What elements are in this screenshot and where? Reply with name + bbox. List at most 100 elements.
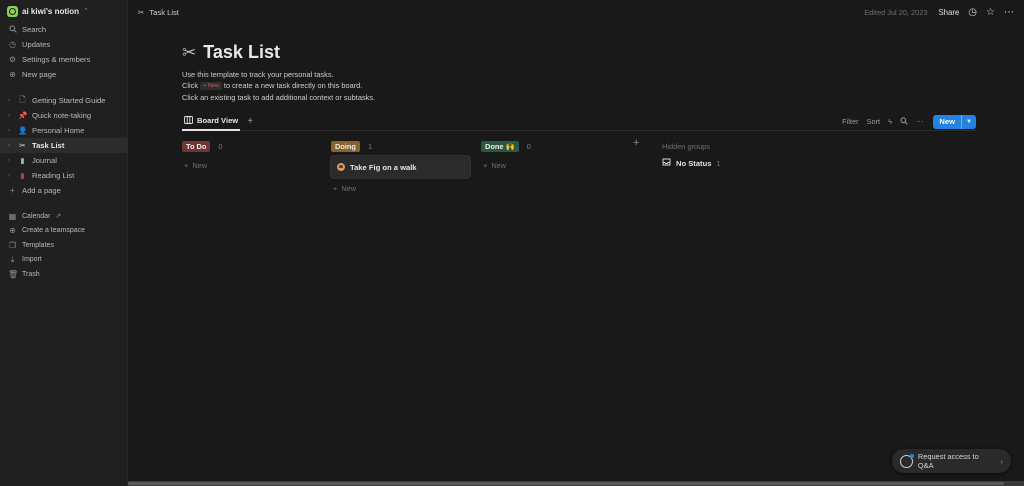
task-emoji-icon [337, 163, 345, 171]
page-title[interactable]: ✂ Task List [182, 42, 280, 63]
sidebar-item-templates[interactable]: ❐ Templates [0, 238, 127, 253]
add-card-label: New [341, 183, 357, 193]
inline-new-badge: + New [200, 82, 222, 91]
sidebar-item-label: Calendar [22, 212, 51, 220]
hidden-group-name: No Status [676, 158, 712, 168]
description-line: Click an existing task to add additional… [182, 92, 376, 102]
board-card[interactable]: Take Fig on a walk [331, 156, 470, 178]
sidebar-item-calendar[interactable]: ▦ Calendar ↗ [0, 209, 127, 224]
person-icon: 👤 [18, 126, 28, 135]
chevron-right-icon[interactable]: › [8, 158, 13, 164]
top-bar: ✂ Task List Edited Jul 20, 2023 Share ◷ … [128, 0, 1024, 24]
clock-icon: ◷ [9, 40, 16, 49]
new-button[interactable]: New ▼ [933, 114, 976, 129]
chevron-right-icon[interactable]: › [8, 128, 13, 134]
column-header[interactable]: Doing 1 [331, 139, 470, 153]
edited-timestamp: Edited Jul 20, 2023 [864, 7, 928, 17]
column-header[interactable]: Done 🙌 0 [481, 139, 620, 153]
card-title: Take Fig on a walk [350, 162, 417, 172]
new-button-label: New [939, 117, 956, 126]
import-icon: ⤓ [10, 254, 15, 264]
column-count: 0 [526, 141, 531, 151]
sidebar-item-import[interactable]: ⤓ Import [0, 253, 127, 268]
sidebar-page-journal[interactable]: › ▮ Journal [0, 153, 127, 168]
horizontal-scrollbar[interactable] [128, 481, 1024, 486]
sidebar-item-label: Getting Started Guide [32, 96, 106, 105]
sidebar-page-quick-note[interactable]: › 📌 Quick note-taking [0, 108, 127, 123]
history-icon[interactable]: ◷ [968, 7, 977, 18]
pushpin-icon: 📌 [18, 111, 28, 120]
trash-icon: 🗑 [8, 269, 19, 279]
qa-icon [900, 453, 914, 468]
sidebar-item-label: Journal [32, 156, 57, 165]
workspace-switcher[interactable]: ai kiwi's notion ⌃ [0, 0, 127, 22]
star-icon[interactable]: ☆ [986, 7, 995, 18]
automation-icon[interactable]: ϟ [888, 117, 892, 126]
sidebar-page-personal-home[interactable]: › 👤 Personal Home [0, 123, 127, 138]
scrollbar-thumb[interactable] [128, 482, 1004, 485]
page-description: Use this template to track your personal… [182, 69, 375, 103]
add-group-icon[interactable]: + [633, 137, 639, 149]
hidden-group-no-status[interactable]: No Status 1 [662, 155, 782, 171]
plus-icon: + [483, 160, 488, 170]
add-card-label: New [192, 160, 208, 170]
chevron-right-icon[interactable]: › [8, 113, 13, 119]
sidebar-item-create-teamspace[interactable]: ⊕ Create a teamspace [0, 224, 127, 239]
sidebar-item-settings[interactable]: ⚙ Settings & members [0, 52, 127, 67]
scissors-icon: ✂ [19, 141, 26, 150]
board-column-doing: Doing 1 Take Fig on a walk + New [331, 139, 470, 196]
column-header[interactable]: To Do 0 [182, 139, 321, 153]
sidebar-item-label: Templates [22, 241, 54, 249]
chevron-right-icon[interactable]: › [8, 143, 13, 149]
status-badge: Done 🙌 [481, 140, 519, 152]
plus-circle-icon: ⊕ [9, 70, 16, 79]
chevron-down-icon[interactable]: ▼ [961, 114, 976, 129]
column-count: 1 [367, 141, 373, 151]
filter-button[interactable]: Filter [842, 117, 858, 126]
more-icon[interactable]: ⋯ [916, 117, 923, 126]
more-icon[interactable]: ⋯ [1004, 7, 1014, 18]
chevron-updown-icon: ⌃ [83, 8, 89, 15]
add-view-icon[interactable]: + [247, 116, 253, 127]
plus-icon: + [184, 160, 189, 170]
inbox-icon [662, 158, 671, 168]
book-icon: ▮ [20, 171, 25, 180]
request-access-button[interactable]: Request access to Q&A › [892, 449, 1011, 473]
add-card-label: New [491, 160, 507, 170]
add-card-button[interactable]: + New [331, 180, 470, 196]
sidebar-item-updates[interactable]: ◷ Updates [0, 37, 127, 52]
page-title-text: Task List [203, 42, 280, 62]
sidebar-item-label: Reading List [32, 171, 75, 180]
sidebar-page-task-list[interactable]: › ✂ Task List [0, 138, 127, 153]
request-access-label: Request access to Q&A [917, 452, 979, 470]
share-button[interactable]: Share [938, 8, 959, 17]
sort-button[interactable]: Sort [867, 117, 881, 126]
document-icon: 🗋 [19, 95, 26, 104]
column-count: 0 [218, 141, 223, 151]
tab-label: Board View [197, 116, 239, 125]
sidebar-item-search[interactable]: Search [0, 22, 127, 37]
search-icon [8, 24, 17, 35]
breadcrumb[interactable]: ✂ Task List [138, 8, 179, 17]
chevron-right-icon[interactable]: › [8, 98, 13, 104]
search-icon[interactable] [900, 116, 908, 127]
chevron-right-icon[interactable]: › [8, 173, 13, 179]
gear-icon: ⚙ [8, 55, 17, 64]
hidden-group-count: 1 [716, 158, 721, 168]
sidebar-page-getting-started[interactable]: › 🗋 Getting Started Guide [0, 93, 127, 108]
description-line: Use this template to track your personal… [182, 70, 334, 79]
workspace-name: ai kiwi's notion [22, 6, 80, 16]
sidebar-item-trash[interactable]: 🗑 Trash [0, 267, 127, 282]
board-view-icon [184, 115, 193, 126]
teamspace-icon: ⊕ [9, 226, 16, 236]
add-card-button[interactable]: + New [481, 157, 620, 173]
add-card-button[interactable]: + New [182, 157, 321, 173]
scissors-icon: ✂ [182, 42, 197, 62]
sidebar-add-page[interactable]: + Add a page [0, 183, 127, 198]
sidebar-item-new-page[interactable]: ⊕ New page [0, 67, 127, 82]
tab-board-view[interactable]: Board View [182, 113, 241, 131]
sidebar-page-reading-list[interactable]: › ▮ Reading List [0, 168, 127, 183]
sidebar-item-label: Add a page [22, 186, 61, 195]
view-tabs: Board View + Filter Sort ϟ ⋯ New ▼ [182, 113, 976, 131]
breadcrumb-label: Task List [149, 7, 179, 17]
